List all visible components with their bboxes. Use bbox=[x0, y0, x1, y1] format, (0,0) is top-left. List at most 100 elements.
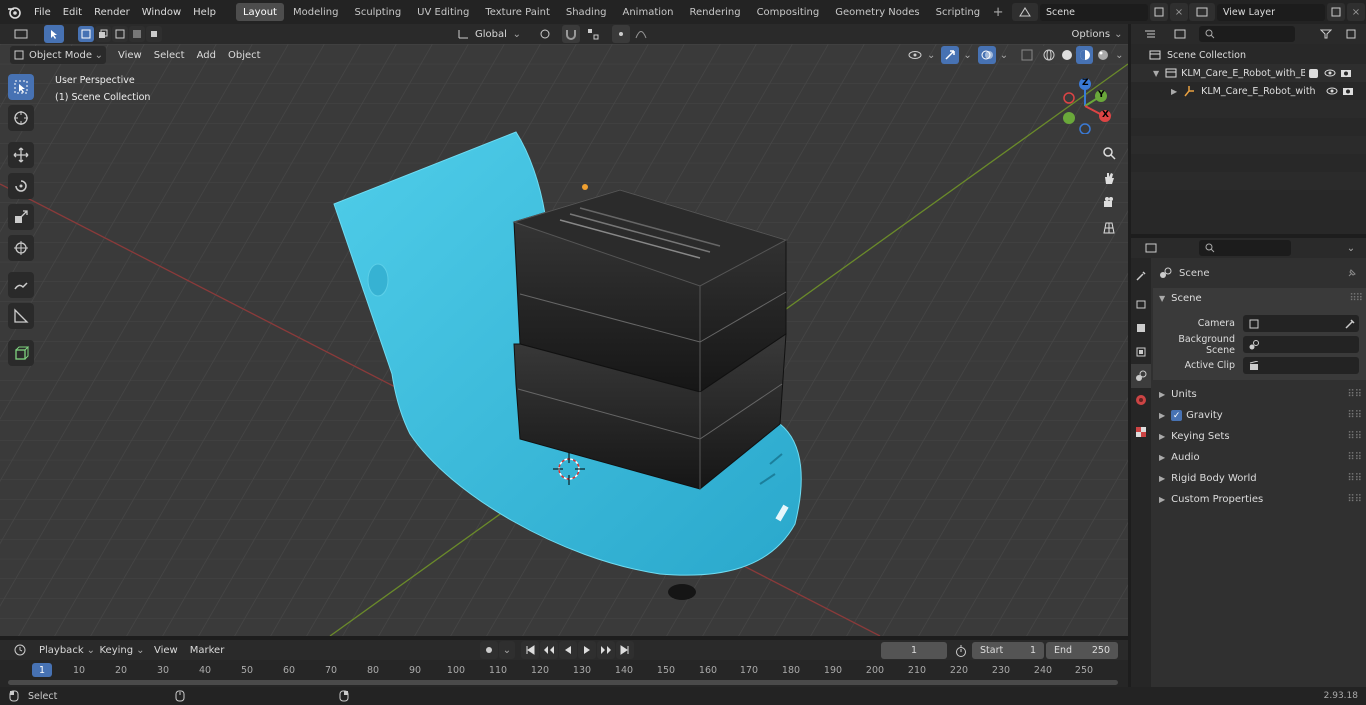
tab-compositing[interactable]: Compositing bbox=[750, 3, 827, 21]
tab-output-icon[interactable] bbox=[1131, 316, 1151, 340]
chevron-down-icon[interactable]: ⌄ bbox=[963, 50, 971, 61]
tool-rotate[interactable] bbox=[8, 173, 34, 199]
xray-toggle-button[interactable] bbox=[1018, 46, 1036, 64]
select-extend-button[interactable] bbox=[95, 26, 111, 42]
outliner-editor-type-button[interactable] bbox=[1137, 25, 1163, 43]
timeline-ruler[interactable]: 1 10 20 30 40 50 60 70 80 90 100 110 120… bbox=[0, 660, 1128, 687]
menu-file[interactable]: File bbox=[28, 0, 57, 24]
camera-view-icon[interactable] bbox=[1098, 192, 1120, 214]
tool-transform[interactable] bbox=[8, 235, 34, 261]
timeline-menu-view[interactable]: View bbox=[148, 638, 184, 662]
prev-keyframe-button[interactable] bbox=[540, 641, 558, 659]
select-box-mode-button[interactable] bbox=[78, 26, 94, 42]
luggage-model[interactable] bbox=[512, 189, 788, 490]
exclude-checkbox[interactable] bbox=[1309, 68, 1319, 78]
blender-logo-icon[interactable] bbox=[0, 0, 28, 24]
tool-select-box[interactable] bbox=[8, 74, 34, 100]
eyedropper-icon[interactable] bbox=[1345, 318, 1355, 329]
stopwatch-icon[interactable] bbox=[953, 643, 969, 659]
playhead[interactable]: 1 bbox=[32, 663, 52, 677]
drag-handle-icon[interactable]: ⠿⠿ bbox=[1347, 389, 1362, 400]
tool-cursor[interactable] bbox=[8, 105, 34, 131]
falloff-button[interactable] bbox=[631, 25, 651, 43]
options-button[interactable]: Options ⌄ bbox=[1070, 25, 1124, 43]
outliner-row-scene-collection[interactable]: Scene Collection bbox=[1131, 46, 1366, 64]
pin-icon[interactable] bbox=[1346, 267, 1358, 279]
play-reverse-button[interactable] bbox=[559, 641, 577, 659]
panel-scene-header[interactable]: ▼ Scene ⠿⠿ bbox=[1153, 288, 1366, 309]
start-frame-field[interactable]: Start 1 bbox=[972, 642, 1044, 659]
tab-view-layer-icon[interactable] bbox=[1131, 340, 1151, 364]
tab-scene-icon[interactable] bbox=[1131, 364, 1151, 388]
viewport-menu-select[interactable]: Select bbox=[148, 43, 191, 67]
tab-texture-paint[interactable]: Texture Paint bbox=[478, 3, 557, 21]
chevron-down-icon[interactable]: ⌄ bbox=[927, 50, 935, 61]
eye-icon[interactable] bbox=[1326, 86, 1338, 96]
outliner-row-collection[interactable]: ▼ KLM_Care_E_Robot_with_Bla bbox=[1131, 64, 1366, 82]
proportional-edit-button[interactable] bbox=[612, 25, 630, 43]
panel-keying-sets-header[interactable]: ▶ Keying Sets ⠿⠿ bbox=[1153, 426, 1366, 447]
shading-rendered-button[interactable] bbox=[1094, 46, 1112, 64]
outliner-search-input[interactable] bbox=[1199, 26, 1295, 42]
tab-layout[interactable]: Layout bbox=[235, 3, 284, 21]
snap-toggle-button[interactable] bbox=[562, 25, 580, 43]
tab-scripting[interactable]: Scripting bbox=[929, 3, 987, 21]
tab-uv-editing[interactable]: UV Editing bbox=[410, 3, 476, 21]
view-layer-browse-button[interactable] bbox=[1189, 3, 1215, 21]
menu-edit[interactable]: Edit bbox=[57, 0, 88, 24]
scene-name-field[interactable]: Scene bbox=[1040, 3, 1148, 21]
drag-handle-icon[interactable]: ⠿⠿ bbox=[1347, 494, 1362, 505]
scene-browse-button[interactable] bbox=[1012, 3, 1038, 21]
tab-modeling[interactable]: Modeling bbox=[286, 3, 346, 21]
pan-hand-icon[interactable] bbox=[1098, 167, 1120, 189]
tab-geometry-nodes[interactable]: Geometry Nodes bbox=[828, 3, 926, 21]
timeline-scrollbar[interactable] bbox=[8, 680, 1118, 685]
tool-scale[interactable] bbox=[8, 204, 34, 230]
object-mode-dropdown[interactable]: Object Mode ⌄ bbox=[10, 46, 106, 64]
gravity-checkbox[interactable]: ✓ bbox=[1171, 410, 1183, 421]
timeline-editor-type-button[interactable] bbox=[6, 641, 34, 659]
tool-measure[interactable] bbox=[8, 303, 34, 329]
visibility-button[interactable] bbox=[903, 46, 927, 64]
expand-arrow-icon[interactable]: ▼ bbox=[1153, 69, 1159, 78]
select-invert-button[interactable] bbox=[129, 26, 145, 42]
select-intersect-button[interactable] bbox=[146, 26, 162, 42]
background-scene-field[interactable] bbox=[1243, 336, 1359, 353]
overlay-toggle-button[interactable] bbox=[977, 46, 996, 64]
editor-type-button[interactable] bbox=[6, 25, 36, 43]
menu-window[interactable]: Window bbox=[136, 0, 187, 24]
scene-copy-button[interactable] bbox=[1150, 3, 1168, 21]
select-subtract-button[interactable] bbox=[112, 26, 128, 42]
select-tool-button[interactable] bbox=[44, 25, 64, 43]
shading-material-button[interactable] bbox=[1076, 46, 1094, 64]
timeline-menu-marker[interactable]: Marker bbox=[184, 638, 231, 662]
tab-render-icon[interactable] bbox=[1131, 292, 1151, 316]
chevron-down-icon[interactable]: ⌄ bbox=[1115, 50, 1123, 61]
gizmo-toggle-button[interactable] bbox=[941, 46, 960, 64]
view-layer-delete-button[interactable]: × bbox=[1347, 3, 1365, 21]
tool-add-cube[interactable] bbox=[8, 340, 34, 366]
panel-custom-properties-header[interactable]: ▶ Custom Properties ⠿⠿ bbox=[1153, 489, 1366, 510]
tool-annotate[interactable] bbox=[8, 272, 34, 298]
playback-menu[interactable]: Playback ⌄ bbox=[38, 641, 96, 659]
scene-delete-button[interactable]: × bbox=[1170, 3, 1188, 21]
drag-handle-icon[interactable]: ⠿⠿ bbox=[1347, 410, 1362, 421]
filter-button[interactable] bbox=[1313, 25, 1339, 43]
tab-shading[interactable]: Shading bbox=[559, 3, 614, 21]
orientation-dropdown[interactable]: Global ⌄ bbox=[454, 25, 524, 43]
shading-solid-button[interactable] bbox=[1058, 46, 1076, 64]
drag-handle-icon[interactable]: ⠿⠿ bbox=[1347, 431, 1362, 442]
properties-editor-type-button[interactable] bbox=[1137, 239, 1165, 257]
jump-end-button[interactable] bbox=[616, 641, 634, 659]
zoom-icon[interactable] bbox=[1098, 142, 1120, 164]
shading-wireframe-button[interactable] bbox=[1040, 46, 1058, 64]
properties-options-button[interactable]: ⌄ bbox=[1342, 239, 1360, 257]
viewport-menu-view[interactable]: View bbox=[112, 43, 148, 67]
add-workspace-icon[interactable]: + bbox=[989, 3, 1007, 21]
camera-render-icon[interactable] bbox=[1340, 68, 1352, 78]
camera-render-icon[interactable] bbox=[1342, 86, 1354, 96]
active-clip-field[interactable] bbox=[1243, 357, 1359, 374]
chevron-down-icon[interactable]: ⌄ bbox=[1000, 50, 1008, 61]
view-layer-name-field[interactable]: View Layer bbox=[1217, 3, 1325, 21]
panel-gravity-header[interactable]: ▶ ✓ Gravity ⠿⠿ bbox=[1153, 405, 1366, 426]
